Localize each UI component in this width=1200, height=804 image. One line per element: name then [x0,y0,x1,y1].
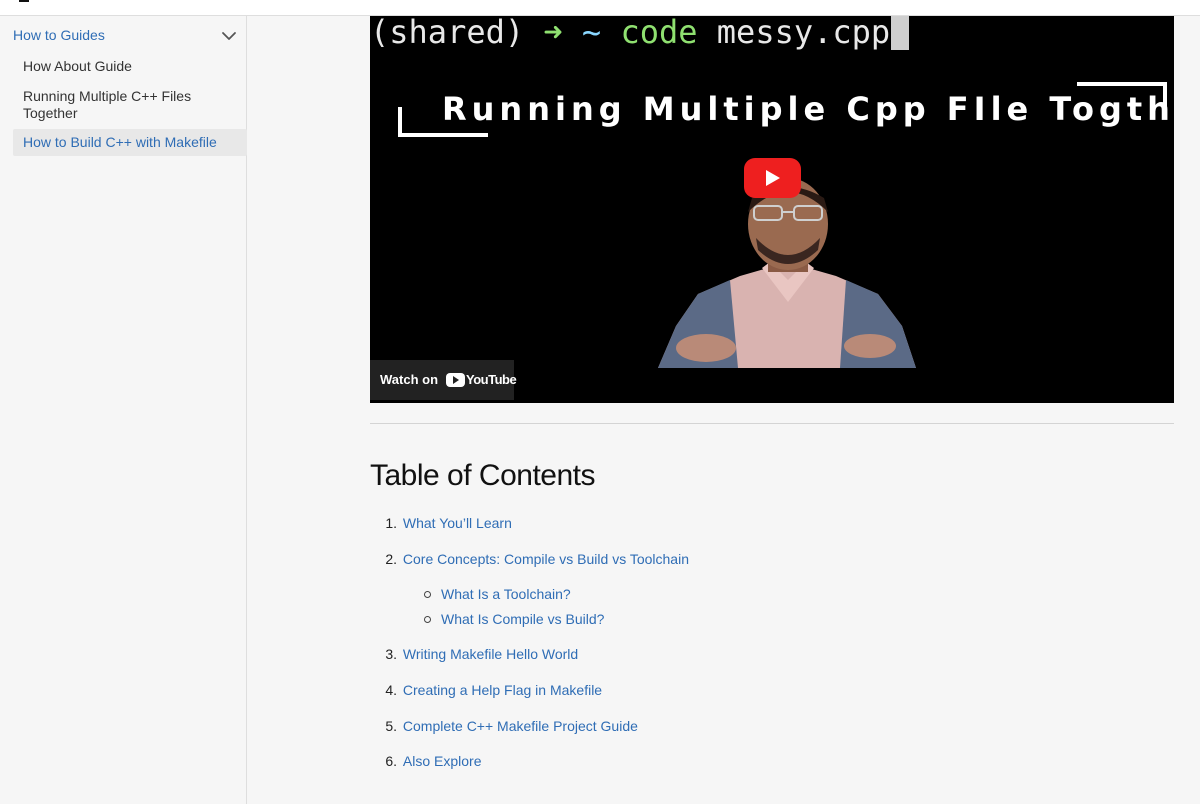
watch-on-youtube-button[interactable]: Watch on YouTube [370,360,517,400]
toc-subitem: What Is a Toolchain? [424,586,571,603]
toc-item-number: 3. [385,646,397,662]
main-content: (shared) ➜ ~ code messy.cpp Running Mult… [248,16,1200,804]
toc-link-help-flag[interactable]: Creating a Help Flag in Makefile [403,682,602,698]
terminal-prefix: (shared) [370,16,525,51]
toc-link-makefile-project-guide[interactable]: Complete C++ Makefile Project Guide [403,718,638,734]
toc-link-what-youll-learn[interactable]: What You’ll Learn [403,515,512,531]
youtube-logo-icon [446,373,465,387]
sidebar-group-how-to-guides[interactable]: How to Guides [0,24,247,48]
top-bar-mark [19,0,29,2]
bullet-icon [424,615,431,623]
play-icon [766,170,780,186]
content-divider [370,423,1174,424]
sidebar-item-label: How to Build C++ with Makefile [23,134,217,150]
toc-link-also-explore[interactable]: Also Explore [403,753,482,769]
terminal-command: code [620,16,698,51]
toc-link-what-is-toolchain[interactable]: What Is a Toolchain? [441,586,571,602]
bullet-icon [424,590,431,598]
toc-item: 5. Complete C++ Makefile Project Guide [370,718,638,735]
toc-item-number: 1. [385,515,397,531]
toc-item-number: 6. [385,753,397,769]
terminal-tilde: ~ [581,16,602,51]
toc-item: 1. What You’ll Learn [370,515,512,532]
sidebar-item-label: Running Multiple C++ Files Together [23,88,192,121]
video-embed[interactable]: (shared) ➜ ~ code messy.cpp Running Mult… [370,16,1174,403]
toc-item: 6. Also Explore [370,753,481,770]
video-title: Running Multiple Cpp FIle Togther [442,90,1174,128]
terminal-arrow: ➜ [543,16,563,51]
sidebar-item-build-cpp-makefile[interactable]: How to Build C++ with Makefile [13,129,247,156]
toc-item: 2. Core Concepts: Compile vs Build vs To… [370,551,689,568]
top-bar [0,0,1200,16]
sidebar-group-label: How to Guides [13,27,105,43]
terminal-cursor [891,16,910,50]
sidebar: How to Guides How About Guide Running Mu… [0,16,247,804]
presenter-figure [658,178,916,368]
toc-link-core-concepts[interactable]: Core Concepts: Compile vs Build vs Toolc… [403,551,689,567]
toc-heading: Table of Contents [370,459,595,492]
toc-item-number: 4. [385,682,397,698]
video-terminal-line: (shared) ➜ ~ code messy.cpp [370,16,910,52]
toc-item-number: 5. [385,718,397,734]
terminal-argument: messy.cpp [716,16,891,51]
play-button[interactable] [744,158,801,198]
toc-link-compile-vs-build[interactable]: What Is Compile vs Build? [441,611,604,627]
chevron-down-icon[interactable] [221,30,237,42]
toc-item: 4. Creating a Help Flag in Makefile [370,682,602,699]
youtube-wordmark: YouTube [466,372,517,387]
sidebar-item-how-about-guide[interactable]: How About Guide [13,58,247,75]
toc-link-makefile-hello-world[interactable]: Writing Makefile Hello World [403,646,578,662]
toc-subitem: What Is Compile vs Build? [424,611,604,628]
toc-item: 3. Writing Makefile Hello World [370,646,578,663]
watch-on-label: Watch on [380,372,439,387]
sidebar-item-label: How About Guide [23,58,132,74]
sidebar-item-running-multiple-cpp-files[interactable]: Running Multiple C++ Files Together [13,88,213,122]
toc-item-number: 2. [385,551,397,567]
